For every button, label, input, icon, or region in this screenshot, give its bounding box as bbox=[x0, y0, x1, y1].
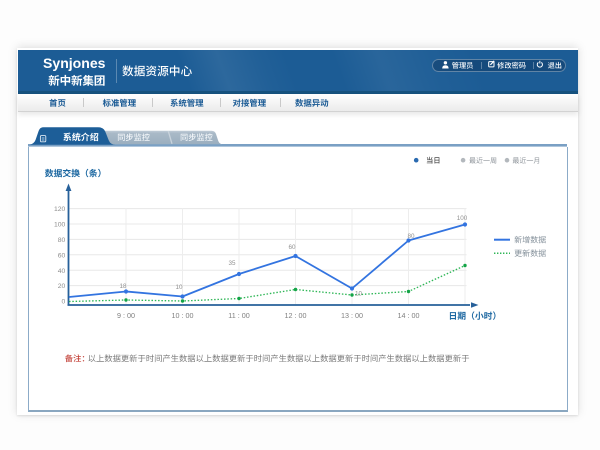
svg-text:100: 100 bbox=[457, 215, 468, 222]
svg-text:12 : 00: 12 : 00 bbox=[285, 311, 307, 320]
svg-text:10: 10 bbox=[175, 284, 183, 291]
svg-text:40: 40 bbox=[58, 268, 66, 275]
svg-text:120: 120 bbox=[54, 206, 66, 213]
svg-text:60: 60 bbox=[58, 252, 66, 259]
svg-text:20: 20 bbox=[58, 283, 66, 290]
svg-text:10: 10 bbox=[355, 291, 363, 298]
svg-text:100: 100 bbox=[54, 222, 66, 229]
svg-text:13 : 00: 13 : 00 bbox=[341, 311, 363, 320]
svg-text:10 : 00: 10 : 00 bbox=[172, 311, 194, 320]
svg-text:11 : 00: 11 : 00 bbox=[228, 311, 249, 320]
svg-text:60: 60 bbox=[288, 244, 296, 251]
svg-text:80: 80 bbox=[407, 233, 415, 240]
svg-text:80: 80 bbox=[58, 237, 66, 244]
svg-text:14 : 00: 14 : 00 bbox=[398, 311, 420, 320]
svg-text:0: 0 bbox=[62, 299, 66, 306]
svg-text:35: 35 bbox=[228, 260, 236, 267]
svg-text:9 : 00: 9 : 00 bbox=[117, 311, 135, 320]
svg-text:Synjones: Synjones bbox=[43, 56, 106, 71]
svg-text:18: 18 bbox=[119, 283, 127, 290]
